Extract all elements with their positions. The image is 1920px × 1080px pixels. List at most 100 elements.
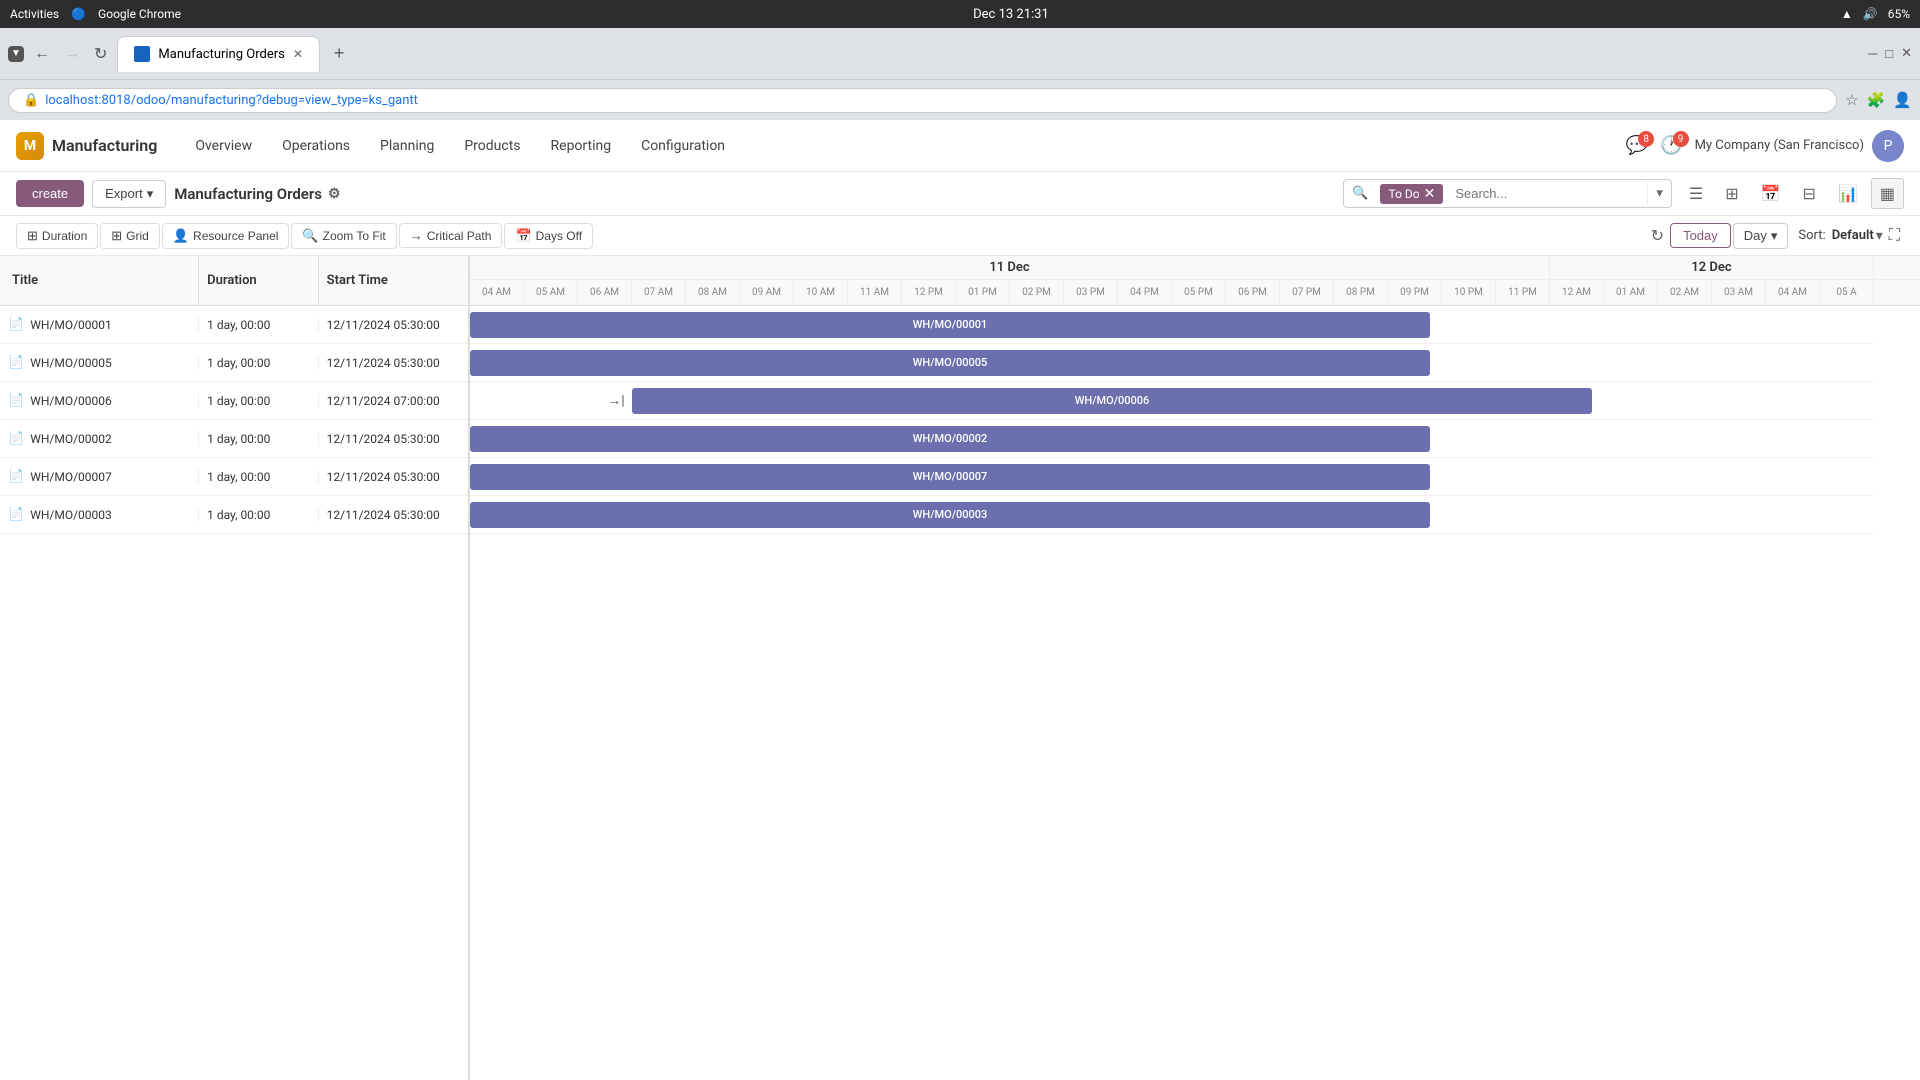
- cell-duration: 1 day, 00:00: [199, 356, 319, 370]
- tab-close-button[interactable]: ✕: [293, 47, 303, 61]
- filter-tag-remove[interactable]: ✕: [1424, 186, 1436, 202]
- gantt-bar[interactable]: WH/MO/00001: [470, 312, 1430, 338]
- chrome-window-buttons[interactable]: ─ □ ✕: [1868, 46, 1912, 62]
- app-title: Manufacturing: [52, 136, 157, 155]
- export-label: Export: [105, 186, 143, 201]
- table-row[interactable]: 📄 WH/MO/00002 1 day, 00:00 12/11/2024 05…: [0, 420, 468, 458]
- address-bar[interactable]: 🔒 localhost:8018/odoo/manufacturing?debu…: [8, 88, 1837, 113]
- search-bar[interactable]: 🔍 To Do ✕ ▾: [1343, 179, 1672, 208]
- calendar-view-icon[interactable]: 📅: [1752, 178, 1790, 209]
- filter-todo-tag[interactable]: To Do ✕: [1380, 184, 1443, 204]
- search-dropdown-icon[interactable]: ▾: [1647, 182, 1671, 205]
- table-row[interactable]: 📄 WH/MO/00007 1 day, 00:00 12/11/2024 05…: [0, 458, 468, 496]
- gantt-bar-arrow-indicator: →|: [602, 388, 630, 414]
- os-datetime: Dec 13 21:31: [973, 7, 1049, 22]
- back-button[interactable]: ←: [30, 41, 54, 67]
- nav-configuration[interactable]: Configuration: [627, 132, 739, 160]
- export-arrow-icon: ▾: [147, 186, 154, 202]
- gantt-bar[interactable]: WH/MO/00003: [470, 502, 1430, 528]
- reload-button[interactable]: ↻: [90, 40, 111, 68]
- app-header: M Manufacturing Overview Operations Plan…: [0, 120, 1920, 172]
- hour-cell: 01 AM: [1604, 280, 1658, 305]
- page-settings-icon[interactable]: ⚙: [328, 186, 341, 202]
- os-browser-name[interactable]: Google Chrome: [98, 7, 181, 21]
- user-info[interactable]: My Company (San Francisco) P: [1695, 130, 1904, 162]
- hour-cell: 01 PM: [956, 280, 1010, 305]
- duration-button[interactable]: ⊞ Duration: [16, 223, 98, 249]
- chrome-menu-btn[interactable]: ▼: [8, 46, 24, 62]
- app-logo[interactable]: M Manufacturing: [16, 132, 157, 160]
- activities-badge: 9: [1673, 131, 1689, 147]
- company-name: My Company (San Francisco): [1695, 138, 1864, 153]
- activities-icon[interactable]: 🕐 9: [1660, 135, 1682, 156]
- table-row[interactable]: 📄 WH/MO/00005 1 day, 00:00 12/11/2024 05…: [0, 344, 468, 382]
- table-row[interactable]: 📄 WH/MO/00003 1 day, 00:00 12/11/2024 05…: [0, 496, 468, 534]
- messages-icon[interactable]: 💬 8: [1626, 135, 1648, 156]
- gantt-view-icon[interactable]: ▦: [1871, 178, 1904, 209]
- forward-button[interactable]: →: [60, 41, 84, 67]
- gantt-content: Title Duration Start Time 📄 WH/MO/00001 …: [0, 256, 1920, 1080]
- hour-cell: 05 AM: [524, 280, 578, 305]
- gantt-bar[interactable]: WH/MO/00002: [470, 426, 1430, 452]
- cell-duration: 1 day, 00:00: [199, 470, 319, 484]
- row-id: WH/MO/00001: [30, 318, 112, 332]
- cell-title: 📄 WH/MO/00007: [0, 469, 199, 484]
- url-text[interactable]: localhost:8018/odoo/manufacturing?debug=…: [45, 93, 418, 108]
- export-button[interactable]: Export ▾: [92, 180, 166, 208]
- address-bar-row: 🔒 localhost:8018/odoo/manufacturing?debu…: [0, 80, 1920, 120]
- gantt-bar[interactable]: WH/MO/00005: [470, 350, 1430, 376]
- days-off-icon: 📅: [515, 228, 531, 244]
- bookmark-icon[interactable]: ☆: [1845, 91, 1858, 109]
- gantt-bar[interactable]: WH/MO/00007: [470, 464, 1430, 490]
- extensions-icon[interactable]: 🧩: [1867, 91, 1886, 109]
- lock-icon: 🔒: [23, 93, 39, 108]
- zoom-to-fit-button[interactable]: 🔍 Zoom To Fit: [291, 223, 396, 249]
- table-row[interactable]: 📄 WH/MO/00001 1 day, 00:00 12/11/2024 05…: [0, 306, 468, 344]
- sort-dropdown-icon[interactable]: ▾: [1876, 228, 1883, 244]
- gantt-chart-row: WH/MO/00001: [470, 306, 1874, 344]
- close-window-button[interactable]: ✕: [1901, 46, 1912, 62]
- nav-overview[interactable]: Overview: [181, 132, 266, 160]
- resource-panel-button[interactable]: 👤 Resource Panel: [162, 223, 290, 249]
- os-activities[interactable]: Activities: [10, 7, 59, 21]
- today-button[interactable]: Today: [1670, 223, 1731, 248]
- profile-icon[interactable]: 👤: [1893, 91, 1912, 109]
- hour-cell: 12 PM: [902, 280, 956, 305]
- list-view-icon[interactable]: ☰: [1680, 178, 1712, 209]
- chrome-window-controls[interactable]: ▼: [8, 46, 24, 62]
- days-off-button[interactable]: 📅 Days Off: [504, 223, 593, 249]
- chrome-tab-manufacturing[interactable]: Manufacturing Orders ✕: [117, 36, 319, 72]
- graph-view-icon[interactable]: 📊: [1829, 178, 1867, 209]
- hour-cell: 10 PM: [1442, 280, 1496, 305]
- create-button[interactable]: create: [16, 180, 84, 207]
- kanban-view-icon[interactable]: ⊞: [1716, 178, 1747, 209]
- grid-button[interactable]: ⊞ Grid: [100, 223, 160, 249]
- day-button[interactable]: Day ▾: [1733, 223, 1789, 249]
- nav-products[interactable]: Products: [450, 132, 534, 160]
- refresh-button[interactable]: ↻: [1647, 222, 1668, 250]
- date-11-dec: 11 Dec: [470, 256, 1550, 279]
- gantt-chart-row: WH/MO/00007: [470, 458, 1874, 496]
- minimize-button[interactable]: ─: [1868, 46, 1877, 62]
- gantt-bar[interactable]: WH/MO/00006: [632, 388, 1592, 414]
- maximize-button[interactable]: □: [1885, 46, 1893, 62]
- cell-title: 📄 WH/MO/00001: [0, 317, 199, 332]
- grid-label: Grid: [126, 229, 149, 243]
- table-row[interactable]: 📄 WH/MO/00006 1 day, 00:00 12/11/2024 07…: [0, 382, 468, 420]
- hour-cell: 06 PM: [1226, 280, 1280, 305]
- nav-operations[interactable]: Operations: [268, 132, 364, 160]
- nav-reporting[interactable]: Reporting: [537, 132, 626, 160]
- expand-button[interactable]: ⛶: [1885, 223, 1904, 249]
- nav-planning[interactable]: Planning: [366, 132, 448, 160]
- col-header-title: Title: [0, 256, 199, 305]
- hour-cell: 07 PM: [1280, 280, 1334, 305]
- new-tab-button[interactable]: +: [326, 39, 353, 68]
- critical-path-button[interactable]: → Critical Path: [399, 223, 503, 248]
- page-title-text: Manufacturing Orders: [174, 185, 322, 203]
- cell-duration: 1 day, 00:00: [199, 432, 319, 446]
- pivot-view-icon[interactable]: ⊟: [1794, 178, 1825, 209]
- search-input[interactable]: [1447, 182, 1647, 205]
- header-right: 💬 8 🕐 9 My Company (San Francisco) P: [1626, 130, 1904, 162]
- chrome-tab-bar: ▼ ← → ↻ Manufacturing Orders ✕ + ─ □ ✕: [0, 28, 1920, 80]
- doc-icon: 📄: [8, 317, 24, 332]
